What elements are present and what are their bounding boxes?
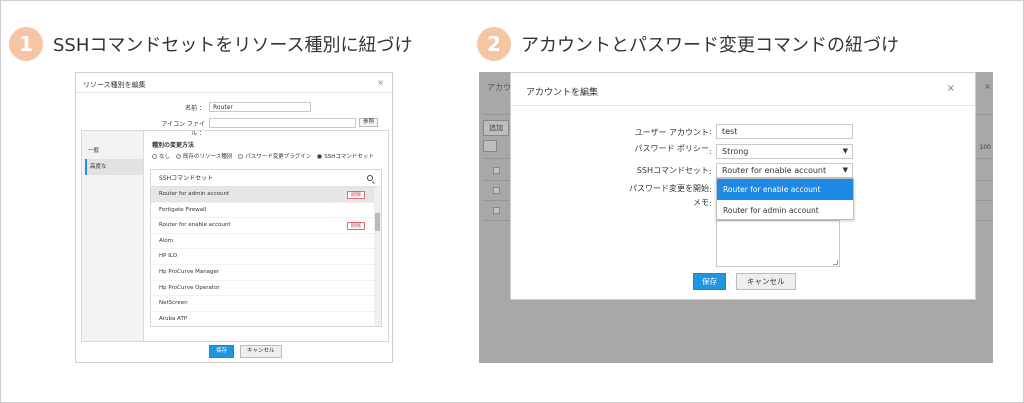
caret-down-icon: ▼: [842, 147, 848, 155]
ssh-command-set-select[interactable]: Router for enable account ▼: [716, 163, 853, 178]
colon: :: [709, 127, 712, 136]
save-button[interactable]: 保存: [209, 345, 235, 358]
background-close-icon: ×: [984, 82, 991, 91]
start-password-change-label: パスワード変更を開始: [629, 184, 709, 193]
ssh-command-set-list: SSHコマンドセット Router for admin account 削除 Fo…: [150, 169, 382, 327]
resize-handle-icon[interactable]: [833, 260, 838, 265]
dialog-body: 一般 高度な 種別の変更方法 なし 既存のリソース種別 パスワード変更プラグイン…: [81, 130, 389, 342]
page-size: 100: [979, 144, 991, 151]
background-title: アカウ: [487, 83, 511, 92]
browse-button[interactable]: 参照: [359, 118, 379, 127]
list-item[interactable]: HP ILO: [151, 249, 375, 265]
step-2-title: アカウントとパスワード変更コマンドの紐づけ: [521, 35, 899, 56]
radio-password-plugin[interactable]: パスワード変更プラグイン: [238, 152, 311, 160]
sidebar-item-general[interactable]: 一般: [85, 143, 143, 159]
radio-circle-icon: [152, 153, 157, 159]
account-edit-dialog: アカウントを編集 × ユーザー アカウント : test パスワード ポリシー …: [510, 72, 976, 300]
list-item[interactable]: Hp ProCurve Operator: [151, 281, 375, 297]
row-checkbox[interactable]: [493, 187, 500, 194]
list-item[interactable]: Hp ProCurve Manager: [151, 265, 375, 281]
change-method-radios: なし 既存のリソース種別 パスワード変更プラグイン SSHコマンドセット: [152, 152, 380, 160]
list-item[interactable]: Fortigate Firewall: [151, 203, 375, 219]
dialog-title: アカウントを編集: [526, 88, 599, 98]
step-2-badge: 2: [477, 27, 511, 61]
row-checkbox[interactable]: [493, 207, 500, 214]
radio-none[interactable]: なし: [152, 152, 170, 160]
dialog-title: リソース種別を編集: [83, 81, 146, 89]
dropdown-option[interactable]: Router for admin account: [717, 200, 853, 221]
caret-down-icon: ▼: [842, 166, 848, 174]
delete-button[interactable]: 削除: [346, 222, 365, 231]
divider: [511, 105, 975, 106]
colon: :: [709, 167, 712, 176]
radio-circle-icon: [238, 153, 244, 159]
save-button[interactable]: 保存: [693, 273, 726, 290]
search-icon[interactable]: [483, 140, 497, 152]
step-1-header: 1 SSHコマンドセットをリソース種別に紐づけ: [9, 27, 413, 61]
memo-label: メモ: [693, 198, 709, 207]
scrollbar[interactable]: [374, 187, 381, 326]
radio-selected-icon: [317, 153, 323, 159]
radio-ssh-command-set[interactable]: SSHコマンドセット: [317, 152, 374, 160]
step-1-title: SSHコマンドセットをリソース種別に紐づけ: [53, 35, 413, 56]
ssh-command-set-label: SSHコマンドセット: [636, 166, 709, 175]
colon: :: [709, 147, 712, 156]
row-checkbox[interactable]: [493, 167, 500, 174]
memo-textarea[interactable]: [716, 220, 840, 267]
sidebar: 一般 高度な: [82, 131, 144, 341]
dropdown-option[interactable]: Router for enable account: [717, 179, 853, 200]
delete-button[interactable]: 削除: [346, 191, 365, 199]
step-2-header: 2 アカウントとパスワード変更コマンドの紐づけ: [477, 27, 899, 61]
add-button[interactable]: 追加: [483, 120, 509, 136]
resource-type-dialog: リソース種別を編集 × 名前 ： Router アイコン ファイル ： 参照 一…: [75, 72, 393, 363]
list-item[interactable]: NetScreen: [151, 296, 375, 312]
colon: :: [709, 185, 712, 194]
close-icon[interactable]: ×: [377, 78, 384, 87]
list-header: SSHコマンドセット: [151, 170, 381, 187]
cancel-button[interactable]: キャンセル: [736, 273, 796, 290]
scrollbar-thumb[interactable]: [375, 213, 380, 231]
password-policy-select[interactable]: Strong ▼: [716, 144, 853, 159]
name-label: 名前 ：: [185, 105, 205, 112]
colon: :: [709, 199, 712, 208]
list-item[interactable]: Aruba ATP: [151, 312, 375, 326]
ssh-command-set-dropdown: Router for enable account Router for adm…: [716, 178, 854, 220]
divider: [76, 92, 392, 93]
search-icon[interactable]: [367, 175, 373, 181]
sidebar-item-advanced[interactable]: 高度な: [85, 159, 143, 175]
section-title: 種別の変更方法: [152, 142, 195, 149]
list-item[interactable]: Router for admin account 削除: [151, 187, 375, 203]
radio-existing-type[interactable]: 既存のリソース種別: [176, 152, 232, 160]
close-icon[interactable]: ×: [947, 83, 955, 94]
name-field[interactable]: Router: [209, 102, 311, 112]
list-item[interactable]: Router for enable account 削除: [151, 218, 375, 234]
password-policy-label: パスワード ポリシー: [634, 144, 709, 153]
icon-file-field[interactable]: [209, 118, 356, 128]
cancel-button[interactable]: キャンセル: [240, 345, 282, 358]
radio-circle-icon: [176, 153, 182, 159]
user-account-field[interactable]: test: [716, 124, 853, 139]
user-account-label: ユーザー アカウント: [634, 128, 709, 137]
step-1-badge: 1: [9, 27, 43, 61]
list-item[interactable]: Alom: [151, 234, 375, 250]
